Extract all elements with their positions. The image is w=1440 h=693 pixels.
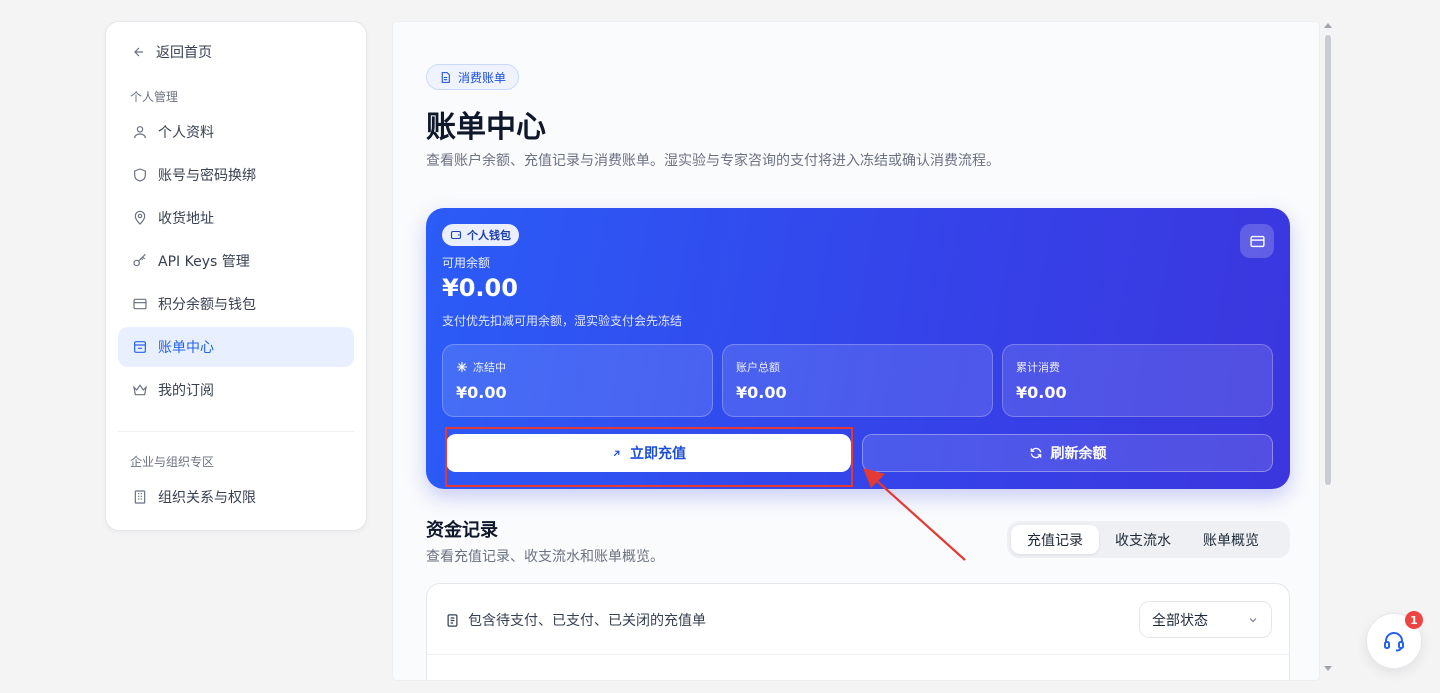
stat-label: 账户总额: [736, 361, 780, 374]
page-tag-label: 消费账单: [458, 70, 507, 85]
wallet-tag: 个人钱包: [442, 224, 519, 246]
arrow-left-icon: [134, 47, 144, 57]
location-pin-icon: [134, 210, 146, 225]
document-icon: [441, 71, 450, 83]
table-header-divider: [427, 654, 1289, 655]
notification-badge: 1: [1405, 611, 1423, 629]
scroll-up-arrow[interactable]: [1324, 23, 1332, 28]
wallet-tag-label: 个人钱包: [467, 229, 511, 242]
records-tab-group: 充值记录 收支流水 账单概览: [1007, 521, 1290, 558]
status-filter-value: 全部状态: [1152, 612, 1208, 629]
back-home-link[interactable]: 返回首页: [132, 42, 212, 62]
stat-value: ¥0.00: [1016, 383, 1067, 402]
page-title: 账单中心: [426, 110, 546, 145]
stat-label: 冻结中: [456, 359, 506, 375]
sidebar-item-label: 账号与密码换绑: [158, 168, 256, 184]
main-panel: 消费账单 账单中心 查看账户余额、充值记录与消费账单。湿实验与专家咨询的支付将进…: [392, 21, 1320, 681]
sidebar-item-label: 积分余额与钱包: [158, 297, 256, 313]
sidebar: 返回首页 个人管理 个人资料 账号与密码换绑 收货地址 API Keys 管理 …: [105, 21, 367, 531]
stat-frozen: 冻结中 ¥0.00: [442, 344, 713, 417]
crown-icon: [133, 384, 147, 396]
chevron-down-icon: [1249, 617, 1257, 622]
sidebar-item-wallet[interactable]: 积分余额与钱包: [118, 284, 354, 324]
section-label-personal: 个人管理: [130, 90, 179, 104]
highlight-box: [445, 427, 853, 487]
page-description: 查看账户余额、充值记录与消费账单。湿实验与专家咨询的支付将进入冻结或确认消费流程…: [426, 153, 1000, 169]
list-document-icon: [447, 613, 458, 627]
stat-value: ¥0.00: [736, 383, 787, 402]
sidebar-item-subscription[interactable]: 我的订阅: [118, 370, 354, 410]
key-icon: [133, 253, 146, 267]
sidebar-item-profile[interactable]: 个人资料: [118, 112, 354, 152]
stat-spent: 累计消费 ¥0.00: [1002, 344, 1273, 417]
sidebar-item-label: API Keys 管理: [158, 254, 250, 270]
available-balance-label: 可用余额: [442, 256, 491, 270]
stat-total: 账户总额 ¥0.00: [722, 344, 993, 417]
status-filter-select[interactable]: 全部状态: [1139, 601, 1272, 638]
sidebar-item-address[interactable]: 收货地址: [118, 198, 354, 238]
stat-label: 累计消费: [1016, 361, 1060, 374]
table-note: 包含待支付、已支付、已关闭的充值单: [445, 610, 706, 630]
refresh-button-label: 刷新余额: [1050, 446, 1107, 462]
tab-recharge-records[interactable]: 充值记录: [1011, 525, 1099, 554]
sidebar-item-label: 我的订阅: [158, 383, 214, 399]
sidebar-item-organization[interactable]: 组织关系与权限: [118, 477, 354, 517]
tab-bill-overview[interactable]: 账单概览: [1187, 525, 1275, 554]
wallet-card-icon-button[interactable]: [1240, 224, 1274, 258]
back-home-label: 返回首页: [156, 45, 212, 61]
table-note-text: 包含待支付、已支付、已关闭的充值单: [468, 613, 706, 629]
stat-label-text: 冻结中: [473, 361, 506, 374]
shield-icon: [134, 168, 146, 182]
user-icon: [134, 126, 146, 139]
records-title: 资金记录: [426, 520, 498, 541]
snowflake-icon: [457, 362, 467, 372]
section-label-enterprise: 企业与组织专区: [130, 455, 215, 469]
headset-icon: [1384, 632, 1404, 652]
card-icon: [1249, 235, 1265, 247]
available-balance-value: ¥0.00: [442, 274, 518, 302]
scroll-thumb[interactable]: [1325, 35, 1331, 485]
sidebar-divider: [118, 431, 354, 432]
building-icon: [134, 490, 146, 504]
card-icon: [133, 298, 147, 310]
records-table-card: 包含待支付、已支付、已关闭的充值单 全部状态: [426, 583, 1290, 680]
stat-value: ¥0.00: [456, 383, 507, 402]
annotation-arrow: [863, 468, 966, 561]
sidebar-item-label: 账单中心: [158, 340, 214, 356]
main-scrollbar[interactable]: [1322, 21, 1334, 671]
sidebar-item-label: 收货地址: [158, 211, 214, 227]
bill-icon: [134, 341, 146, 353]
wallet-icon: [450, 230, 462, 240]
tab-transactions[interactable]: 收支流水: [1099, 525, 1187, 554]
records-description: 查看充值记录、收支流水和账单概览。: [426, 549, 664, 565]
sidebar-item-api-keys[interactable]: API Keys 管理: [118, 241, 354, 281]
sidebar-item-billing[interactable]: 账单中心: [118, 327, 354, 367]
scroll-down-arrow[interactable]: [1324, 666, 1332, 671]
refresh-icon: [1030, 447, 1041, 459]
balance-note: 支付优先扣减可用余额，湿实验支付会先冻结: [442, 314, 683, 328]
sidebar-item-label: 组织关系与权限: [158, 490, 256, 506]
page-tag: 消费账单: [426, 64, 520, 90]
sidebar-item-account-security[interactable]: 账号与密码换绑: [118, 155, 354, 195]
sidebar-item-label: 个人资料: [158, 125, 214, 141]
